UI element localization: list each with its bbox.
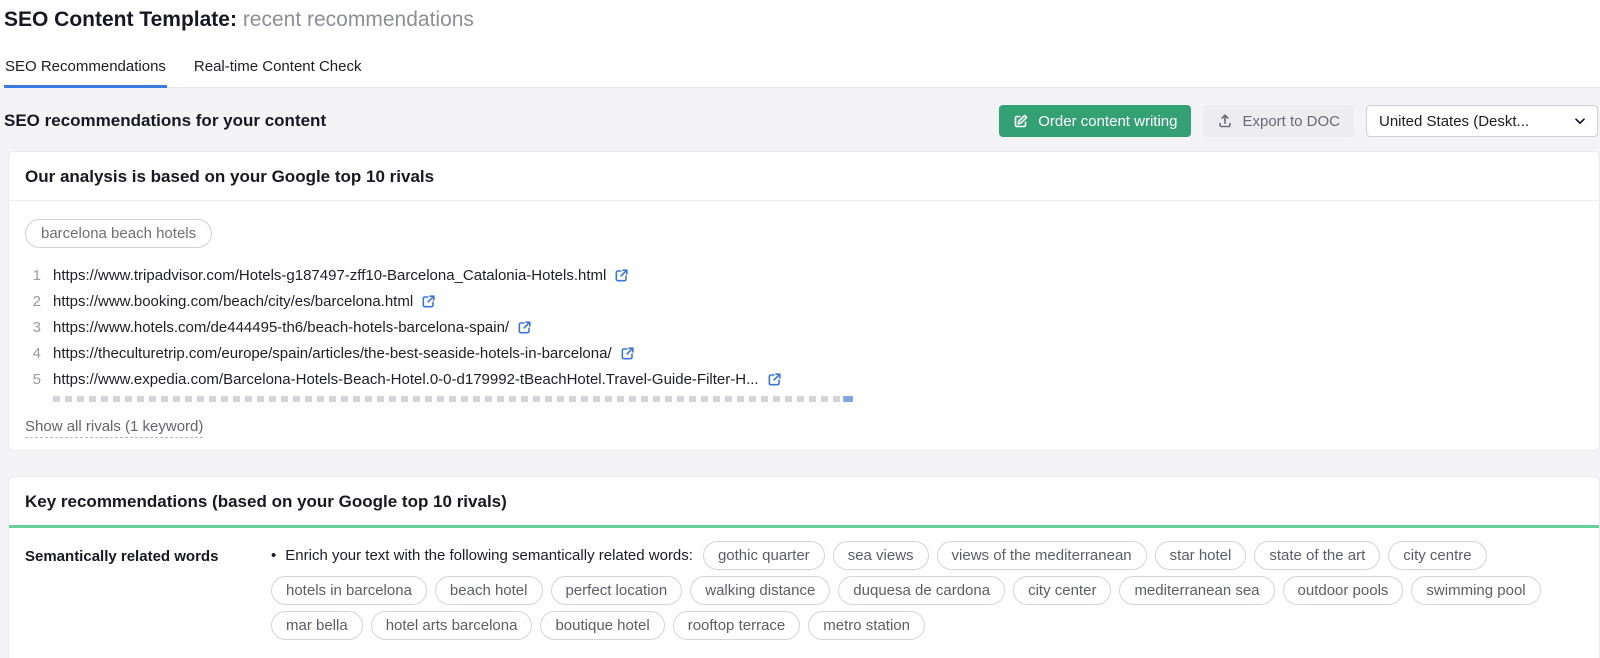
related-word-pill: beach hotel bbox=[435, 576, 543, 605]
region-device-select[interactable]: United States (Deskt... bbox=[1366, 105, 1598, 137]
rivals-card-divider bbox=[9, 200, 1599, 201]
rival-url-row: 3 https://www.hotels.com/de444495-th6/be… bbox=[25, 314, 1599, 340]
export-to-doc-button[interactable]: Export to DOC bbox=[1203, 105, 1354, 137]
edit-pencil-square-icon bbox=[1013, 113, 1029, 129]
related-word-pill: perfect location bbox=[551, 576, 683, 605]
external-link-icon[interactable] bbox=[421, 294, 436, 309]
seo-content-template-page: SEO Content Template: recent recommendat… bbox=[0, 0, 1600, 658]
export-to-doc-label: Export to DOC bbox=[1242, 113, 1340, 130]
toolbar-actions: Order content writing Export to DOC Unit… bbox=[999, 105, 1598, 137]
external-link-icon[interactable] bbox=[517, 320, 532, 335]
related-word-pill: walking distance bbox=[690, 576, 830, 605]
related-word-pill: duquesa de cardona bbox=[838, 576, 1005, 605]
rivals-card-title: Our analysis is based on your Google top… bbox=[9, 152, 1599, 200]
rival-url-row: 5 https://www.expedia.com/Barcelona-Hote… bbox=[25, 366, 1599, 392]
keyword-pill: barcelona beach hotels bbox=[25, 219, 212, 248]
key-recommendations-title: Key recommendations (based on your Googl… bbox=[9, 477, 1599, 525]
tab-bar: SEO Recommendations Real-time Content Ch… bbox=[4, 58, 1600, 88]
semantically-related-words-row: Semantically related words • Enrich your… bbox=[9, 528, 1599, 640]
rival-url-link[interactable]: https://theculturetrip.com/europe/spain/… bbox=[53, 345, 612, 362]
key-recommendations-card: Key recommendations (based on your Googl… bbox=[8, 476, 1600, 658]
show-all-rivals-link[interactable]: Show all rivals (1 keyword) bbox=[25, 418, 203, 438]
page-title-main: SEO Content Template: bbox=[4, 8, 237, 31]
related-word-pill: rooftop terrace bbox=[673, 611, 801, 640]
related-words-content: • Enrich your text with the following se… bbox=[271, 541, 1553, 640]
rival-url-link[interactable]: https://www.tripadvisor.com/Hotels-g1874… bbox=[53, 267, 606, 284]
related-word-pill: views of the mediterranean bbox=[937, 541, 1147, 570]
rival-rank: 5 bbox=[25, 371, 41, 388]
rivals-analysis-card: Our analysis is based on your Google top… bbox=[8, 151, 1600, 451]
tab-seo-recommendations[interactable]: SEO Recommendations bbox=[4, 58, 167, 88]
page-title: SEO Content Template: recent recommendat… bbox=[4, 6, 1600, 34]
order-content-writing-label: Order content writing bbox=[1038, 113, 1177, 130]
related-word-pill: gothic quarter bbox=[703, 541, 825, 570]
bullet-marker: • bbox=[271, 547, 276, 564]
toolbar: SEO recommendations for your content Ord… bbox=[0, 88, 1600, 151]
related-word-pill: hotel arts barcelona bbox=[371, 611, 533, 640]
rival-url-row: 4 https://theculturetrip.com/europe/spai… bbox=[25, 340, 1599, 366]
related-word-pill: metro station bbox=[808, 611, 925, 640]
tab-realtime-content-check[interactable]: Real-time Content Check bbox=[193, 58, 363, 87]
related-word-pill: mediterranean sea bbox=[1119, 576, 1274, 605]
external-link-icon[interactable] bbox=[614, 268, 629, 283]
rival-rank: 4 bbox=[25, 345, 41, 362]
related-word-pill: outdoor pools bbox=[1283, 576, 1404, 605]
chevron-down-icon bbox=[1573, 114, 1587, 128]
rival-url-row: 2 https://www.booking.com/beach/city/es/… bbox=[25, 288, 1599, 314]
related-word-pill: boutique hotel bbox=[540, 611, 664, 640]
rival-rank: 2 bbox=[25, 293, 41, 310]
rival-rank: 1 bbox=[25, 267, 41, 284]
rival-url-row: 1 https://www.tripadvisor.com/Hotels-g18… bbox=[25, 262, 1599, 288]
rival-url-list: 1 https://www.tripadvisor.com/Hotels-g18… bbox=[25, 262, 1599, 392]
related-word-pill: state of the art bbox=[1254, 541, 1380, 570]
related-word-pill: mar bella bbox=[271, 611, 363, 640]
rival-url-link[interactable]: https://www.hotels.com/de444495-th6/beac… bbox=[53, 319, 509, 336]
external-link-icon[interactable] bbox=[767, 372, 782, 387]
related-word-pill: swimming pool bbox=[1411, 576, 1540, 605]
rival-rank: 3 bbox=[25, 319, 41, 336]
related-word-pill: city centre bbox=[1388, 541, 1486, 570]
external-link-icon[interactable] bbox=[620, 346, 635, 361]
masthead: SEO Content Template: recent recommendat… bbox=[0, 0, 1600, 88]
related-words-instruction-text: Enrich your text with the following sema… bbox=[285, 547, 693, 564]
related-word-pill: hotels in barcelona bbox=[271, 576, 427, 605]
section-heading: SEO recommendations for your content bbox=[4, 111, 326, 131]
page-title-subtitle: recent recommendations bbox=[243, 8, 474, 31]
related-word-pill: city center bbox=[1013, 576, 1111, 605]
order-content-writing-button[interactable]: Order content writing bbox=[999, 105, 1191, 137]
semantically-related-words-label: Semantically related words bbox=[25, 541, 271, 640]
clipped-rival-row bbox=[53, 396, 853, 402]
rival-url-link[interactable]: https://www.booking.com/beach/city/es/ba… bbox=[53, 293, 413, 310]
region-device-select-value: United States (Deskt... bbox=[1379, 113, 1529, 130]
related-word-pill: star hotel bbox=[1155, 541, 1247, 570]
rival-url-link[interactable]: https://www.expedia.com/Barcelona-Hotels… bbox=[53, 371, 759, 388]
upload-tray-icon bbox=[1217, 113, 1233, 129]
related-word-pill: sea views bbox=[833, 541, 929, 570]
related-words-instruction: • Enrich your text with the following se… bbox=[271, 541, 693, 570]
